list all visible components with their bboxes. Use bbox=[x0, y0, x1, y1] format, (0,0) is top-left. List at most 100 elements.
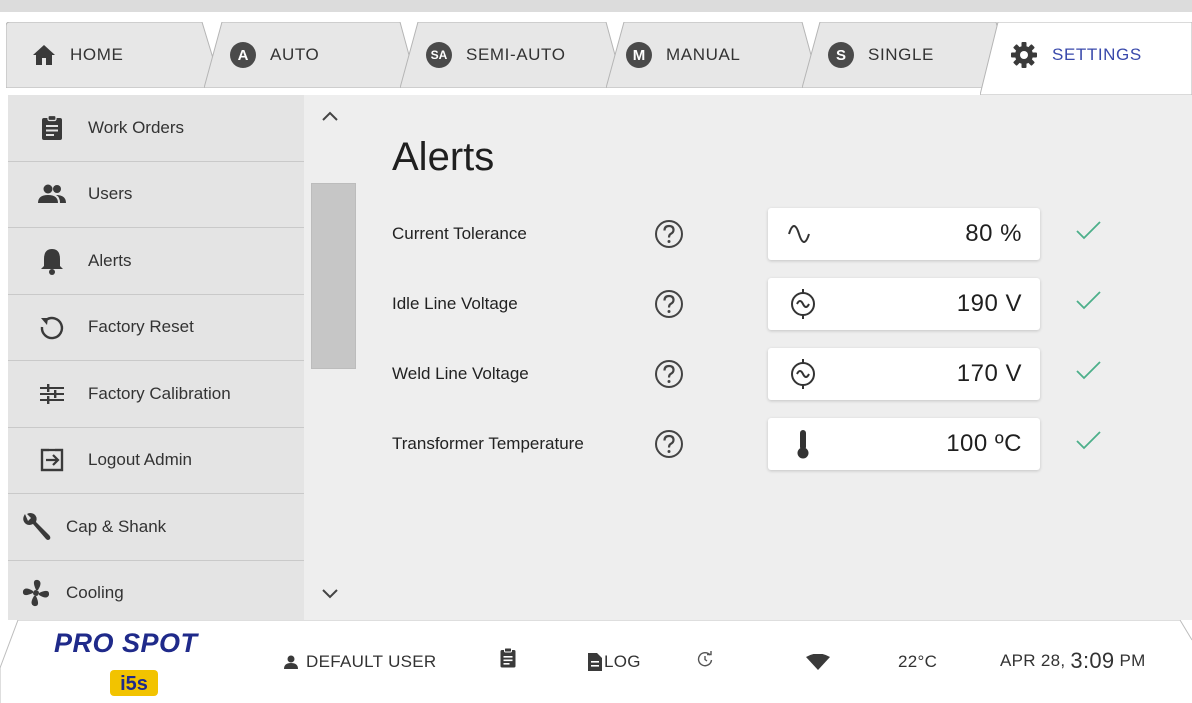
bell-icon bbox=[36, 245, 68, 277]
alert-row-weld-line-voltage: Weld Line Voltage 170 V bbox=[356, 348, 1192, 400]
sidebar-item-work-orders[interactable]: Work Orders bbox=[8, 95, 304, 162]
manual-badge-icon: M bbox=[626, 42, 652, 68]
sidebar-scrollbar[interactable] bbox=[304, 95, 356, 620]
alert-label: Transformer Temperature bbox=[392, 434, 584, 453]
gear-icon bbox=[1011, 42, 1037, 68]
tab-home-label: HOME bbox=[70, 45, 124, 64]
sidebar-item-logout-admin[interactable]: Logout Admin bbox=[8, 428, 304, 494]
sidebar-item-label: Factory Calibration bbox=[88, 383, 231, 403]
sidebar-item-factory-calibration[interactable]: Factory Calibration bbox=[8, 361, 304, 428]
sliders-icon bbox=[36, 378, 68, 410]
sidebar-item-label: Users bbox=[88, 184, 133, 204]
help-icon[interactable] bbox=[653, 428, 685, 460]
tab-settings-label: SETTINGS bbox=[1052, 45, 1142, 64]
alert-label: Idle Line Voltage bbox=[392, 294, 518, 313]
alerts-panel: Alerts Current Tolerance 80 % Idle Line … bbox=[356, 95, 1192, 620]
sidebar-item-label: Work Orders bbox=[88, 117, 185, 137]
temperature-value: 22°C bbox=[898, 652, 938, 671]
fan-icon bbox=[20, 577, 52, 609]
auto-badge-icon: A bbox=[230, 42, 256, 68]
date-value: APR 28, bbox=[1000, 651, 1066, 670]
field-value: 100 ºC bbox=[946, 430, 1022, 457]
sidebar-item-users[interactable]: Users bbox=[8, 162, 304, 228]
tab-bar-top-strip bbox=[0, 0, 1192, 12]
tab-manual[interactable]: M MANUAL bbox=[606, 22, 820, 88]
clipboard-icon bbox=[500, 648, 516, 668]
help-icon[interactable] bbox=[653, 358, 685, 390]
tab-semi-auto[interactable]: SA SEMI-AUTO bbox=[400, 22, 624, 88]
ac-voltage-icon bbox=[791, 359, 815, 389]
wrench-icon bbox=[20, 511, 52, 543]
check-icon bbox=[1076, 221, 1101, 240]
ampm-value: PM bbox=[1119, 651, 1146, 670]
status-bar: PRO SPOT i5s DEFAULT USER LOG 22°C APR 2… bbox=[0, 620, 1192, 703]
help-icon[interactable] bbox=[653, 288, 685, 320]
chevron-down-icon[interactable] bbox=[320, 587, 340, 601]
home-icon bbox=[33, 45, 55, 65]
sidebar-item-cooling[interactable]: Cooling bbox=[8, 561, 304, 621]
field-value: 170 V bbox=[956, 360, 1022, 387]
alert-row-idle-line-voltage: Idle Line Voltage 190 V bbox=[356, 278, 1192, 330]
thermometer-icon bbox=[797, 430, 809, 459]
wifi-status[interactable] bbox=[806, 654, 830, 670]
wifi-icon bbox=[806, 654, 830, 670]
field-value: 80 % bbox=[965, 220, 1022, 247]
logo-sub-text: i5s bbox=[120, 673, 148, 695]
sidebar-item-label: Cooling bbox=[66, 583, 124, 603]
tab-settings[interactable]: SETTINGS bbox=[980, 22, 1192, 95]
check-icon bbox=[1076, 431, 1101, 450]
help-icon[interactable] bbox=[653, 218, 685, 250]
pro-spot-logo: PRO SPOT i5s bbox=[54, 626, 224, 698]
clipboard-icon bbox=[36, 112, 68, 144]
sidebar-item-label: Logout Admin bbox=[88, 450, 192, 470]
check-icon bbox=[1076, 291, 1101, 310]
history-button[interactable] bbox=[697, 651, 713, 667]
tab-semi-auto-label: SEMI-AUTO bbox=[466, 45, 566, 64]
i5s-logo-badge: i5s bbox=[110, 670, 158, 696]
alert-label: Current Tolerance bbox=[392, 224, 527, 243]
transformer-temperature-field[interactable]: 100 ºC bbox=[768, 418, 1040, 470]
log-label: LOG bbox=[604, 652, 641, 671]
sidebar-item-alerts[interactable]: Alerts bbox=[8, 228, 304, 295]
users-icon bbox=[36, 178, 68, 210]
semi-auto-badge-icon: SA bbox=[426, 42, 452, 68]
settings-sidebar: Work Orders Users Alerts Factory Reset F… bbox=[8, 95, 304, 620]
chevron-up-icon[interactable] bbox=[320, 109, 340, 123]
sidebar-item-label: Factory Reset bbox=[88, 317, 194, 337]
date-time: APR 28, 3:09 PM bbox=[1000, 648, 1146, 674]
sidebar-item-factory-reset[interactable]: Factory Reset bbox=[8, 295, 304, 361]
single-badge-icon: S bbox=[828, 42, 854, 68]
top-tab-bar: HOME A AUTO SA SEMI-AUTO M MANUAL S SING… bbox=[0, 0, 1192, 95]
work-order-status-button[interactable] bbox=[500, 648, 516, 668]
alert-row-transformer-temperature: Transformer Temperature 100 ºC bbox=[356, 418, 1192, 470]
scrollbar-thumb[interactable] bbox=[311, 183, 356, 369]
sidebar-item-label: Cap & Shank bbox=[66, 516, 167, 536]
time-value: 3:09 bbox=[1070, 648, 1115, 673]
tab-single-label: SINGLE bbox=[868, 45, 934, 64]
sidebar-item-cap-shank[interactable]: Cap & Shank bbox=[8, 494, 304, 561]
page-title: Alerts bbox=[392, 135, 495, 179]
current-user[interactable]: DEFAULT USER bbox=[284, 652, 437, 672]
temperature-readout: 22°C bbox=[898, 652, 937, 672]
document-icon bbox=[588, 653, 602, 671]
history-icon bbox=[697, 651, 713, 667]
logout-icon bbox=[36, 444, 68, 476]
field-value: 190 V bbox=[956, 290, 1022, 317]
tab-auto[interactable]: A AUTO bbox=[204, 22, 418, 88]
tab-manual-label: MANUAL bbox=[666, 45, 741, 64]
tab-auto-label: AUTO bbox=[270, 45, 320, 64]
logo-text: PRO SPOT bbox=[54, 628, 198, 658]
current-user-label: DEFAULT USER bbox=[306, 652, 437, 671]
sine-wave-icon bbox=[788, 225, 810, 243]
alert-row-current-tolerance: Current Tolerance 80 % bbox=[356, 208, 1192, 260]
weld-line-voltage-field[interactable]: 170 V bbox=[768, 348, 1040, 400]
alert-label: Weld Line Voltage bbox=[392, 364, 529, 383]
check-icon bbox=[1076, 361, 1101, 380]
idle-line-voltage-field[interactable]: 190 V bbox=[768, 278, 1040, 330]
tab-home[interactable]: HOME bbox=[6, 22, 222, 88]
sidebar-item-label: Alerts bbox=[88, 250, 132, 270]
reset-icon bbox=[36, 311, 68, 343]
current-tolerance-field[interactable]: 80 % bbox=[768, 208, 1040, 260]
log-button[interactable]: LOG bbox=[588, 652, 641, 672]
ac-voltage-icon bbox=[791, 289, 815, 319]
